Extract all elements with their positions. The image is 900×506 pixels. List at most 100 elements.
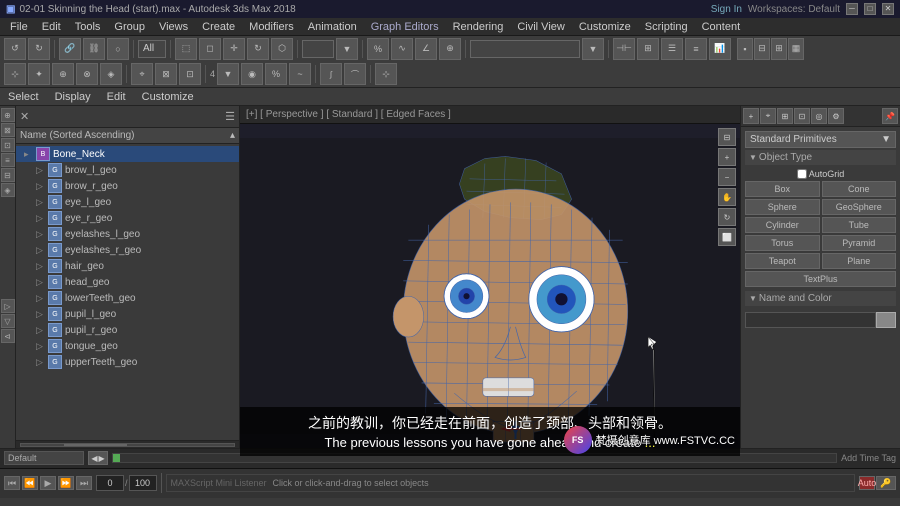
autogrid-checkbox[interactable] [797,169,807,179]
select-region-btn[interactable]: ◻ [199,38,221,60]
tb2-9[interactable]: ⊹ [375,63,397,85]
tree-item[interactable]: ▷Geyelashes_l_geo [16,226,239,242]
close-btn[interactable]: ✕ [882,3,894,15]
tree-item[interactable]: ▷GupperTeeth_geo [16,354,239,370]
tb2-curve2[interactable]: ⌒ [344,63,366,85]
name-input[interactable] [745,312,876,328]
percent-snap-btn[interactable]: % [367,38,389,60]
close-panel-icon[interactable]: ✕ [20,110,29,123]
menu-edit[interactable]: Edit [36,20,67,34]
tb2-6[interactable]: ⌖ [131,63,153,85]
tree-item[interactable]: ▷GlowerTeeth_geo [16,290,239,306]
lp-tool-9[interactable]: ⊲ [1,329,15,343]
btn-plane[interactable]: Plane [822,253,897,269]
menu-views[interactable]: Views [153,20,194,34]
vp-zoom-in[interactable]: + [718,148,736,166]
mirror-btn[interactable]: ⊣⊢ [613,38,635,60]
viewport-canvas[interactable]: ⊟ + − ✋ ↻ ⬜ [240,124,740,448]
lp-tool-7[interactable]: ▷ [1,299,15,313]
lp-tool-8[interactable]: ▽ [1,314,15,328]
btn-geosphere[interactable]: GeoSphere [822,199,897,215]
key-set[interactable]: 🔑 [876,476,896,490]
display-menu[interactable]: Display [51,91,95,103]
minimize-btn[interactable]: ─ [846,3,858,15]
tb2-curve1[interactable]: ∫ [320,63,342,85]
select-menu[interactable]: Select [4,91,43,103]
tree-item[interactable]: ▷Ghair_geo [16,258,239,274]
tree-item[interactable]: ▷Ghead_geo [16,274,239,290]
name-color-section[interactable]: ▼ Name and Color [745,291,896,306]
rotate-btn[interactable]: ↻ [247,38,269,60]
rp-icon-display[interactable]: ◎ [811,108,827,124]
view-dropdown-btn[interactable]: ▼ [336,38,358,60]
tree-item[interactable]: ▷Geyelashes_r_geo [16,242,239,258]
menu-civil-view[interactable]: Civil View [511,20,570,34]
tb2-4[interactable]: ⊗ [76,63,98,85]
menu-animation[interactable]: Animation [302,20,363,34]
tree-item[interactable]: ▷Gtongue_geo [16,338,239,354]
rp-icon-create[interactable]: + [743,108,759,124]
tb2-squig[interactable]: ~ [289,63,311,85]
timeline-track[interactable] [112,453,837,463]
key-auto[interactable]: Auto [859,476,875,490]
tb2-1[interactable]: ⊹ [4,63,26,85]
btn-box[interactable]: Box [745,181,820,197]
tb2-7[interactable]: ⊠ [155,63,177,85]
sort-arrow[interactable]: ▴ [230,130,235,141]
menu-graph-editors[interactable]: Graph Editors [365,20,445,34]
menu-rendering[interactable]: Rendering [447,20,510,34]
tree-item[interactable]: ▷Gpupil_r_geo [16,322,239,338]
go-start[interactable]: ⏮ [4,476,20,490]
rp-icon-hierarchy[interactable]: ⊞ [777,108,793,124]
rp-icon-utility[interactable]: ⚙ [828,108,844,124]
vp-layout-2[interactable]: ⊟ [754,38,770,60]
next-frame[interactable]: ⏩ [58,476,74,490]
align-btn[interactable]: ⊞ [637,38,659,60]
lp-tool-1[interactable]: ⊕ [1,108,15,122]
add-time-tag[interactable]: Add Time Tag [841,453,896,463]
vp-layout-1[interactable]: ▪ [737,38,753,60]
menu-scripting[interactable]: Scripting [639,20,694,34]
vp-zoom-out[interactable]: − [718,168,736,186]
hscroll-bar[interactable] [20,443,235,447]
tb2-percent[interactable]: % [265,63,287,85]
unlink-btn[interactable]: ⛓ [83,38,105,60]
vp-pan[interactable]: ✋ [718,188,736,206]
spinner-snap-btn[interactable]: ∿ [391,38,413,60]
customize-menu[interactable]: Customize [138,91,198,103]
view-input[interactable]: View [302,40,334,58]
tree-item[interactable]: ▷Gbrow_l_geo [16,162,239,178]
vp-orbit[interactable]: ↻ [718,208,736,226]
btn-teapot[interactable]: Teapot [745,253,820,269]
btn-pyramid[interactable]: Pyramid [822,235,897,251]
lp-tool-4[interactable]: ≡ [1,153,15,167]
rp-icon-motion[interactable]: ⊡ [794,108,810,124]
redo-btn[interactable]: ↻ [28,38,50,60]
tree-item[interactable]: ▷Geye_r_geo [16,210,239,226]
lp-tool-5[interactable]: ⊟ [1,168,15,182]
tree-item[interactable]: ▷Gbrow_r_geo [16,178,239,194]
tb2-sphere[interactable]: ◉ [241,63,263,85]
menu-file[interactable]: File [4,20,34,34]
timeline-btn-group[interactable]: ◀▶ [88,451,108,465]
prev-frame[interactable]: ⏪ [22,476,38,490]
move-btn[interactable]: ✛ [223,38,245,60]
bind-to-space-btn[interactable]: ○ [107,38,129,60]
lp-tool-6[interactable]: ◈ [1,183,15,197]
tb2-2[interactable]: ✦ [28,63,50,85]
tb2-3[interactable]: ⊕ [52,63,74,85]
rp-icon-modify[interactable]: ⌖ [760,108,776,124]
layer-btn[interactable]: ☰ [661,38,683,60]
tb2-drop1[interactable]: ▼ [217,63,239,85]
select-obj-btn[interactable]: ⬚ [175,38,197,60]
scale-btn[interactable]: ⬡ [271,38,293,60]
tb2-5[interactable]: ◈ [100,63,122,85]
edit-menu[interactable]: Edit [103,91,130,103]
btn-textplus[interactable]: TextPlus [745,271,896,287]
menu-content[interactable]: Content [696,20,747,34]
menu-create[interactable]: Create [196,20,241,34]
primitives-dropdown[interactable]: Standard Primitives ▼ [745,131,896,148]
maximize-btn[interactable]: □ [864,3,876,15]
signin-label[interactable]: Sign In [711,4,742,15]
vp-layout-4[interactable]: ▦ [788,38,804,60]
